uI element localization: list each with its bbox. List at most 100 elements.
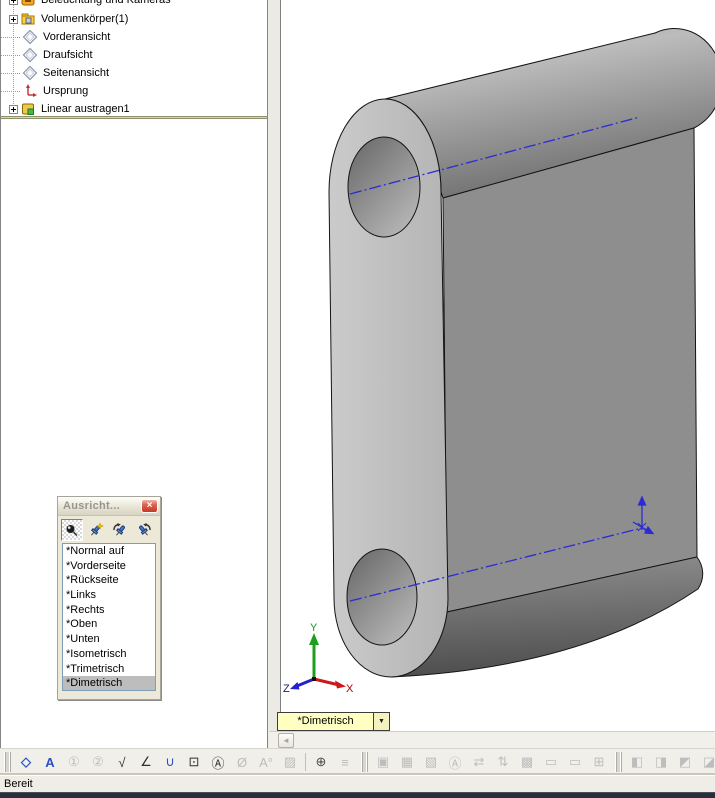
triad-z-label: Z — [283, 683, 290, 695]
tree-item-right-plane[interactable]: Seitenansicht — [1, 64, 267, 82]
pushpin-button[interactable] — [61, 518, 83, 541]
close-icon[interactable]: × — [141, 499, 158, 513]
reorder-views-icon: ⇅ — [497, 754, 509, 769]
tree-item-label: Linear austragen1 — [41, 103, 130, 115]
expand-icon[interactable] — [9, 14, 18, 24]
datum-feature-icon[interactable]: ⊡ — [183, 751, 205, 773]
tree-item-top-plane[interactable]: Draufsicht — [1, 46, 267, 64]
expand-icon[interactable] — [9, 104, 18, 114]
blocks-icon: ▦ — [400, 754, 414, 769]
origin-icon — [26, 84, 37, 97]
triad-x-label: X — [346, 683, 353, 695]
solidworks-window: Beleuchtung und Kameras Volumenkörper(1)… — [0, 0, 715, 798]
status-bar: Bereit — [0, 775, 715, 792]
solid-bodies-folder-icon — [21, 13, 35, 25]
tree-stub — [1, 72, 20, 74]
expand-icon[interactable] — [9, 0, 18, 5]
plane-icon — [22, 65, 38, 81]
bottom-toolbar: ◇A①②√∠∪⊡ⒶØA°▨⊕≡▣▦▧Ⓐ⇄⇅▩▭▭⊞◧◨◩◪⊘ — [0, 748, 715, 775]
orientation-dialog: Ausricht... × *Normal auf *Vorderseite *… — [57, 496, 161, 700]
tree-item-label: Seitenansicht — [43, 67, 110, 79]
plane-icon — [22, 47, 38, 63]
triad-y-label: Y — [310, 622, 318, 634]
status-text: Bereit — [4, 778, 33, 790]
smart-dimension-icon[interactable]: ◇ — [15, 751, 37, 773]
spell-checker-icon: Ⓐ — [448, 755, 462, 771]
assembly-icon-1: ◧ — [630, 754, 644, 769]
tree-item-origin[interactable]: Ursprung — [1, 82, 267, 100]
arrow-left-icon: ◄ — [282, 735, 290, 745]
toolbar-grip[interactable] — [4, 752, 11, 772]
tree-item-solid-bodies[interactable]: Volumenkörper(1) — [1, 10, 267, 28]
hatch-fill-icon: ▨ — [283, 754, 297, 769]
view-list: *Normal auf *Vorderseite *Rückseite *Lin… — [62, 543, 156, 691]
view-item[interactable]: *Links — [63, 588, 155, 603]
hierarchy-icon: ⊞ — [593, 754, 605, 769]
tree-stub — [1, 54, 20, 56]
update-views-icon: ⇄ — [473, 754, 485, 769]
view-item[interactable]: *Normal auf — [63, 544, 155, 559]
view-item-selected[interactable]: *Dimetrisch — [63, 676, 155, 690]
reset-standard-views-button[interactable] — [133, 519, 155, 541]
graphics-viewport[interactable]: Y X Z — [281, 0, 715, 731]
toolbar-grip[interactable] — [361, 752, 368, 772]
note-icon[interactable]: A — [39, 751, 61, 773]
tree-item-lights-cameras[interactable]: Beleuchtung und Kameras — [1, 0, 267, 9]
horizontal-scrollbar[interactable]: ◄ — [269, 731, 715, 748]
assembly-icon-4: ◪ — [702, 754, 715, 769]
tree-item-front-plane[interactable]: Vorderansicht — [1, 28, 267, 46]
part-bottom-hole — [346, 548, 418, 646]
area-hatch-icon: A° — [259, 754, 273, 770]
view-item[interactable]: *Rückseite — [63, 573, 155, 588]
tree-stub — [1, 36, 20, 38]
dialog-title-bar[interactable]: Ausricht... × — [58, 497, 160, 516]
part-flat-face — [442, 127, 698, 613]
stacked-balloon-icon: ② — [92, 754, 104, 769]
new-view-button[interactable] — [85, 519, 107, 541]
center-mark-icon[interactable]: ⊕ — [310, 751, 332, 773]
toolbar-grip[interactable] — [615, 752, 622, 772]
view-item[interactable]: *Rechts — [63, 603, 155, 618]
weld-symbol-icon[interactable]: ∠ — [135, 751, 157, 773]
scroll-left-button[interactable]: ◄ — [278, 732, 294, 748]
new-view-icon — [90, 521, 104, 536]
view-orientation-dropdown[interactable]: *Dimetrisch ▼ — [277, 712, 390, 731]
geometric-tolerance-icon[interactable]: ∪ — [159, 751, 181, 773]
picture-2-icon: ▭ — [568, 754, 582, 769]
dialog-toolbar — [58, 516, 160, 543]
reference-triad: Y X Z — [283, 622, 353, 695]
chevron-down-icon: ▼ — [378, 718, 385, 725]
surface-finish-icon[interactable]: √ — [111, 751, 133, 773]
assembly-icon-3: ◩ — [678, 754, 692, 769]
pushpin-icon — [66, 524, 78, 536]
assembly-icon-2: ◨ — [654, 754, 668, 769]
view-item[interactable]: *Oben — [63, 617, 155, 632]
tree-item-label: Draufsicht — [43, 49, 93, 61]
view-item[interactable]: *Vorderseite — [63, 559, 155, 574]
dialog-title: Ausricht... — [63, 500, 121, 512]
plane-icon — [22, 29, 38, 45]
picture-icon: ▭ — [544, 754, 558, 769]
balloon-icon: ① — [68, 754, 80, 769]
reset-views-icon — [139, 522, 151, 536]
update-views-icon — [113, 522, 125, 536]
view-item[interactable]: *Trimetrisch — [63, 662, 155, 677]
block-grid-icon: ▩ — [520, 754, 534, 769]
centerline-icon: ≡ — [341, 754, 349, 770]
hole-callout-icon: Ø — [236, 754, 248, 770]
view-item[interactable]: *Isometrisch — [63, 647, 155, 662]
part-top-hole — [347, 136, 421, 238]
panel-splitter[interactable] — [269, 0, 281, 731]
view-item[interactable]: *Unten — [63, 632, 155, 647]
model-items-icon: ▣ — [376, 754, 390, 769]
view-orientation-value: *Dimetrisch — [297, 715, 354, 727]
tree-item-label: Vorderansicht — [43, 31, 111, 43]
update-standard-views-button[interactable] — [109, 519, 131, 541]
tree-item-label: Volumenkörper(1) — [41, 13, 129, 25]
taskbar-edge — [0, 792, 715, 798]
boss-extrude-icon — [22, 103, 34, 115]
format-painter-icon: ▧ — [424, 754, 438, 769]
rollback-bar[interactable] — [1, 116, 267, 119]
dropdown-arrow-button[interactable]: ▼ — [373, 713, 389, 730]
datum-target-icon[interactable]: Ⓐ — [207, 751, 229, 773]
